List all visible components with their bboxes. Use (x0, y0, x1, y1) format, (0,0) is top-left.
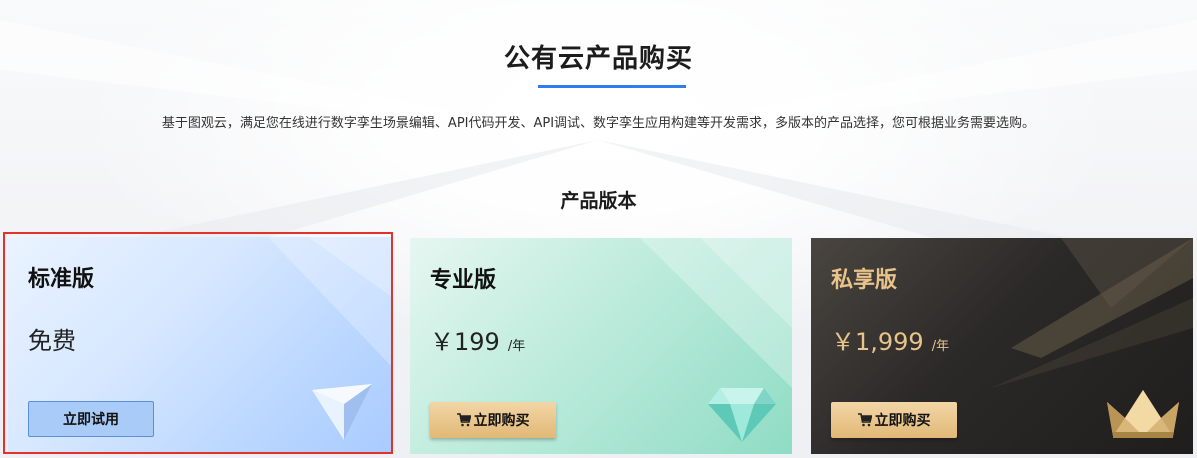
plan-price: ￥199/年 (430, 322, 525, 357)
price-unit: /年 (931, 339, 950, 354)
buy-now-button[interactable]: 立即购买 (831, 402, 957, 438)
buy-button-label: 立即购买 (874, 413, 931, 429)
try-now-button[interactable]: 立即试用 (28, 401, 154, 437)
plan-card-professional[interactable]: 专业版 ￥199/年 立即购买 (410, 238, 792, 454)
cart-icon (456, 413, 471, 427)
diamond-icon (708, 388, 776, 442)
buy-now-button[interactable]: 立即购买 (430, 402, 556, 438)
cart-icon (857, 413, 872, 427)
price-value: ￥199 (430, 328, 500, 356)
crystal-pyramid-icon (312, 384, 372, 440)
section-title: 产品版本 (560, 190, 637, 212)
plan-card-private[interactable]: 私享版 ￥1,999/年 立即购买 (811, 238, 1193, 454)
page-title: 公有云产品购买 (503, 44, 693, 74)
price-value: ￥1,999 (831, 328, 924, 356)
title-underline (538, 85, 686, 88)
price-value: 免费 (28, 327, 76, 355)
plan-price: ￥1,999/年 (831, 322, 949, 357)
plan-name: 专业版 (430, 268, 497, 293)
plan-name: 标准版 (28, 267, 95, 292)
plan-name: 私享版 (831, 268, 898, 293)
buy-button-label: 立即购买 (473, 413, 530, 429)
price-unit: /年 (507, 339, 526, 354)
plan-price: 免费 (28, 321, 76, 356)
crown-icon (1107, 390, 1179, 438)
page-subtitle: 基于图观云，满足您在线进行数字孪生场景编辑、API代码开发、API调试、数字孪生… (161, 116, 1036, 131)
plan-card-standard[interactable]: 标准版 免费 立即试用 (8, 237, 392, 453)
